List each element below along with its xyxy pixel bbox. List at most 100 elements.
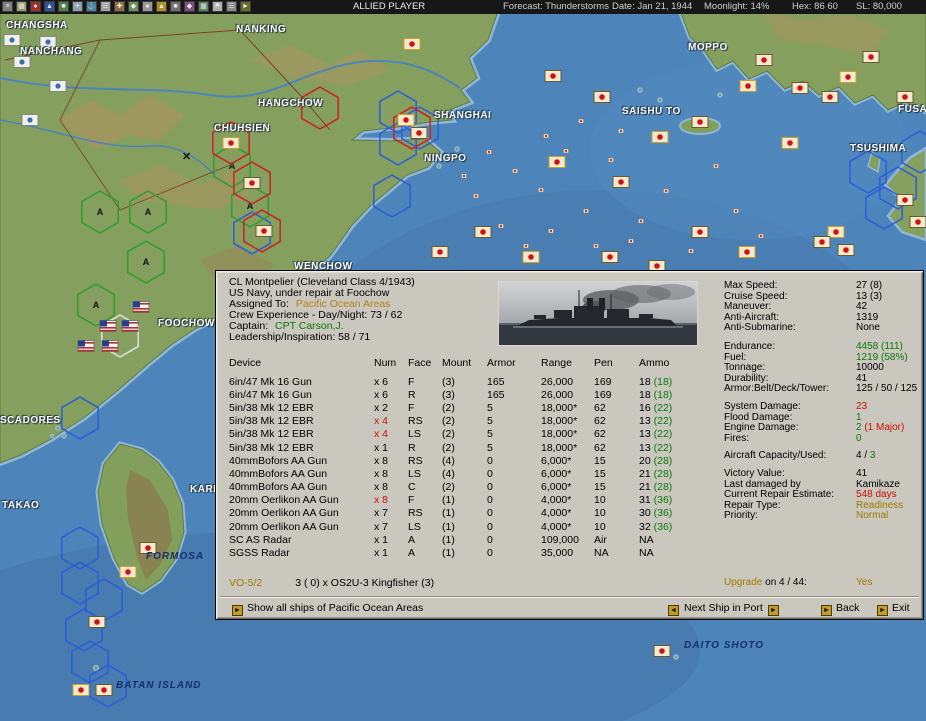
japanese-unit-counter[interactable] <box>72 684 90 696</box>
air-group-name[interactable]: VO-5/2 <box>229 577 262 589</box>
japanese-unit-counter[interactable] <box>410 127 428 139</box>
task-force-marker[interactable] <box>688 248 694 254</box>
task-force-marker[interactable] <box>543 133 549 139</box>
task-force-marker[interactable] <box>733 208 739 214</box>
upgrade-value[interactable]: Yes <box>856 577 872 588</box>
japanese-unit-counter[interactable] <box>255 225 273 237</box>
task-force-marker[interactable] <box>638 218 644 224</box>
zoom-icon[interactable]: ● <box>142 1 153 12</box>
task-force-marker[interactable] <box>713 163 719 169</box>
stat-row: Current Repair Estimate: 548 days <box>724 489 897 501</box>
task-force-marker[interactable] <box>498 223 504 229</box>
show-all-ships-button[interactable]: ► Show all ships of Pacific Ocean Areas <box>232 601 423 617</box>
japanese-unit-counter[interactable] <box>139 542 157 554</box>
stat-row: Cruise Speed: 13 (3) <box>724 290 883 302</box>
chinese-unit-counter[interactable] <box>21 114 39 126</box>
japanese-unit-counter[interactable] <box>222 137 240 149</box>
settings-icon[interactable]: ■ <box>170 1 181 12</box>
bases-icon[interactable]: ▦ <box>198 1 209 12</box>
japanese-unit-counter[interactable] <box>522 251 540 263</box>
chinese-unit-counter[interactable] <box>49 80 67 92</box>
japanese-unit-counter[interactable] <box>691 116 709 128</box>
save-icon[interactable]: ▦ <box>16 1 27 12</box>
task-force-marker[interactable] <box>563 148 569 154</box>
list-icon[interactable]: ☰ <box>226 1 237 12</box>
intel-icon[interactable]: ◆ <box>184 1 195 12</box>
prev-ship-icon[interactable]: ◄ <box>668 605 679 616</box>
japanese-unit-counter[interactable] <box>95 684 113 696</box>
air-group-row[interactable]: VO-5/2 3 ( 0) x OS2U-3 Kingfisher (3) <box>229 577 434 589</box>
japanese-unit-counter[interactable] <box>119 566 137 578</box>
naval-units-icon[interactable]: ⚓ <box>86 1 97 12</box>
japanese-unit-counter[interactable] <box>813 236 831 248</box>
japanese-unit-counter[interactable] <box>653 645 671 657</box>
japanese-unit-counter[interactable] <box>827 226 845 238</box>
col-device: Device <box>229 357 262 369</box>
task-force-marker[interactable] <box>618 128 624 134</box>
task-force-marker[interactable] <box>578 118 584 124</box>
japanese-unit-counter[interactable] <box>839 71 857 83</box>
panel-footer: ► Show all ships of Pacific Ocean Areas ◄… <box>216 601 925 617</box>
ground-units-icon[interactable]: ■ <box>58 1 69 12</box>
japanese-unit-counter[interactable] <box>755 54 773 66</box>
japanese-unit-counter[interactable] <box>738 246 756 258</box>
japanese-unit-counter[interactable] <box>612 176 630 188</box>
japanese-unit-counter[interactable] <box>781 137 799 149</box>
next-ship-icon[interactable]: ► <box>767 605 779 616</box>
next-turn-icon[interactable]: ► <box>240 1 251 12</box>
japanese-unit-counter[interactable] <box>909 216 926 228</box>
japanese-unit-counter[interactable] <box>403 38 421 50</box>
japanese-unit-counter[interactable] <box>651 131 669 143</box>
exit-button[interactable]: ► Exit <box>877 601 910 617</box>
chinese-unit-counter[interactable] <box>39 36 57 48</box>
japan-flag-icon[interactable]: ● <box>30 1 41 12</box>
allied-unit-counter[interactable] <box>99 320 117 332</box>
allied-flag-icon[interactable]: ▲ <box>44 1 55 12</box>
device-row: 20mm Oerlikon AA Gun x 7 LS (1) 0 4,000* 10 32 … <box>229 520 673 533</box>
menu-icon[interactable]: ≡ <box>2 1 13 12</box>
japanese-unit-counter[interactable] <box>474 226 492 238</box>
info-icon[interactable]: ☰ <box>100 1 111 12</box>
task-force-marker[interactable] <box>758 233 764 239</box>
japanese-unit-counter[interactable] <box>691 226 709 238</box>
air-units-icon[interactable]: ✈ <box>72 1 83 12</box>
task-force-marker[interactable] <box>628 238 634 244</box>
japanese-unit-counter[interactable] <box>837 244 855 256</box>
japanese-unit-counter[interactable] <box>821 91 839 103</box>
orders-icon[interactable]: ✚ <box>114 1 125 12</box>
task-force-marker[interactable] <box>473 193 479 199</box>
japanese-unit-counter[interactable] <box>601 251 619 263</box>
task-force-marker[interactable] <box>538 187 544 193</box>
task-force-marker[interactable] <box>461 173 467 179</box>
task-force-marker[interactable] <box>523 243 529 249</box>
japanese-unit-counter[interactable] <box>88 616 106 628</box>
japanese-unit-counter[interactable] <box>593 91 611 103</box>
back-button[interactable]: ► Back <box>821 601 859 617</box>
japanese-unit-counter[interactable] <box>791 82 809 94</box>
allied-unit-counter[interactable] <box>101 340 119 352</box>
japanese-unit-counter[interactable] <box>896 194 914 206</box>
japanese-unit-counter[interactable] <box>896 91 914 103</box>
task-force-marker[interactable] <box>608 157 614 163</box>
allied-unit-counter[interactable] <box>121 320 139 332</box>
japanese-unit-counter[interactable] <box>739 80 757 92</box>
chinese-unit-counter[interactable] <box>13 56 31 68</box>
task-force-marker[interactable] <box>583 208 589 214</box>
chinese-unit-counter[interactable] <box>3 34 21 46</box>
task-force-marker[interactable] <box>593 243 599 249</box>
map-icon[interactable]: ◆ <box>128 1 139 12</box>
task-force-marker[interactable] <box>663 188 669 194</box>
allied-unit-counter[interactable] <box>132 301 150 313</box>
allied-unit-counter[interactable] <box>77 340 95 352</box>
task-force-marker[interactable] <box>512 168 518 174</box>
task-force-marker[interactable] <box>486 149 492 155</box>
japanese-unit-counter[interactable] <box>431 246 449 258</box>
japanese-unit-counter[interactable] <box>862 51 880 63</box>
japanese-unit-counter[interactable] <box>243 177 261 189</box>
flag-icon[interactable]: ⚑ <box>212 1 223 12</box>
task-force-marker[interactable] <box>548 228 554 234</box>
turn-icon[interactable]: ▲ <box>156 1 167 12</box>
japanese-unit-counter[interactable] <box>397 114 415 126</box>
japanese-unit-counter[interactable] <box>548 156 566 168</box>
japanese-unit-counter[interactable] <box>544 70 562 82</box>
